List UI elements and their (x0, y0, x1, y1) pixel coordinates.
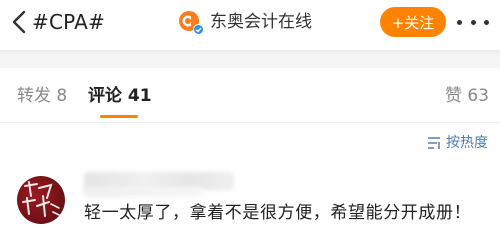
brand-name: 东奥会计在线 (210, 12, 312, 32)
more-dot (457, 19, 462, 25)
verified-badge-icon (193, 24, 204, 35)
comment-text: 轻一太厚了，拿着不是很方便，希望能分开成册！ (84, 203, 472, 223)
topic-title[interactable]: #CPA# (32, 9, 105, 35)
brand-logo-icon (178, 10, 204, 35)
more-button[interactable] (453, 10, 493, 34)
active-tab-indicator (100, 115, 138, 118)
tab-like[interactable]: 赞 63 (445, 84, 489, 108)
more-dot (470, 19, 476, 25)
meta-redacted (84, 187, 204, 197)
tab-comment[interactable]: 评论 41 (88, 84, 152, 108)
sort-label: 按热度 (446, 135, 488, 151)
avatar[interactable] (17, 176, 65, 224)
brand-account[interactable]: 东奥会计在线 (178, 9, 312, 35)
more-dot (484, 19, 489, 25)
sort-by-hot-button[interactable]: 按热度 (426, 134, 488, 152)
chevron-left-icon (12, 10, 26, 34)
follow-button[interactable]: +关注 (380, 7, 446, 37)
tab-bar: 转发 8 评论 41 赞 63 (0, 68, 500, 122)
section-divider (0, 50, 500, 68)
tab-divider (0, 122, 500, 123)
sort-lines-icon (428, 137, 440, 149)
back-button[interactable] (8, 9, 34, 35)
tab-repost[interactable]: 转发 8 (17, 84, 67, 108)
top-bar: #CPA# 东奥会计在线 +关注 (0, 0, 500, 50)
